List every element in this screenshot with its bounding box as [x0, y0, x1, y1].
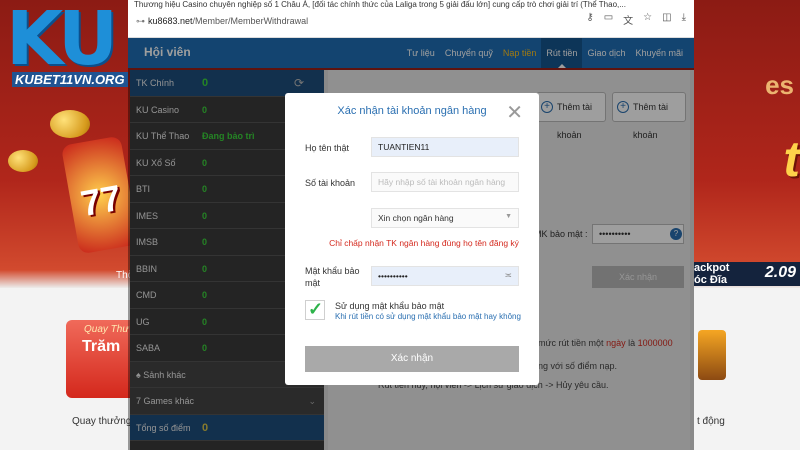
extensions-icon[interactable]: ◫ [662, 12, 671, 27]
jackpot-strip[interactable]: ackpot óc Đĩa 2.09 [692, 262, 800, 286]
download-icon[interactable]: ⤓ [682, 12, 686, 27]
browser-toolbar: ⚷ ▭ 文 ☆ ◫ ⤓ [586, 12, 686, 27]
logo-site-text: KUBET11VN.ORG [12, 72, 128, 87]
account-number-field[interactable]: Hãy nhập số tài khoản ngân hàng [371, 172, 519, 192]
url-host: ku8683.net [148, 16, 193, 26]
account-number-label: Số tài khoản [305, 178, 356, 188]
tab-title[interactable]: Thương hiệu Casino chuyên nghiệp số 1 Ch… [134, 0, 686, 10]
promo-card-text: Trăm [82, 338, 121, 355]
password-label-line1: Mật khẩu bảo [305, 266, 360, 276]
install-app-icon[interactable]: ▭ [604, 12, 613, 27]
translate-icon[interactable]: 文 [623, 12, 633, 27]
security-password-field[interactable]: •••••••••• ≍ [371, 266, 519, 286]
bank-select-value: Xin chọn ngân hàng [378, 213, 454, 223]
coin-decoration [8, 150, 38, 172]
bank-confirm-modal: Xác nhận tài khoản ngân hàng ✕ Họ tên th… [285, 93, 539, 385]
real-name-label: Họ tên thật [305, 143, 350, 153]
camera-icon [698, 330, 726, 380]
logo-text: KU [6, 0, 118, 82]
site-info-icon[interactable]: ⊶ [136, 16, 145, 27]
right-promo-banner: es t [694, 60, 800, 280]
eye-hidden-icon[interactable]: ≍ [504, 270, 512, 281]
promo-big-text: t [783, 131, 800, 187]
ku-logo[interactable]: KU KUBET11VN.ORG [0, 0, 140, 90]
key-icon[interactable]: ⚷ [586, 12, 593, 27]
coin-decoration [50, 110, 90, 138]
bottom-text-right: t động [697, 416, 725, 427]
bookmark-star-icon[interactable]: ☆ [643, 12, 652, 27]
use-security-password-checkbox[interactable]: ✓ [305, 299, 325, 320]
bank-select[interactable]: Xin chọn ngân hàng ▼ [371, 208, 519, 228]
url-path: /Member/MemberWithdrawal [192, 16, 309, 26]
security-password-label: Mật khẩu bảo mật [305, 265, 360, 289]
confirm-button[interactable]: Xác nhận [305, 346, 519, 372]
jackpot-value: 2.09 [764, 264, 796, 281]
jackpot-label: ackpot [694, 262, 730, 274]
password-value: •••••••••• [378, 271, 408, 281]
password-label-line2: mật [305, 278, 321, 288]
checkbox-label: Sử dụng mật khẩu bảo mật [335, 301, 445, 311]
checkbox-hint: Khi rút tiền có sử dụng mật khẩu bảo mật… [335, 312, 521, 321]
name-match-warning: Chỉ chấp nhận TK ngân hàng đúng họ tên đ… [329, 238, 519, 248]
close-icon[interactable]: ✕ [506, 100, 523, 125]
browser-chrome: Thương hiệu Casino chuyên nghiệp số 1 Ch… [128, 0, 694, 38]
address-bar[interactable]: ⊶ ku8683.net/Member/MemberWithdrawal [136, 13, 596, 31]
dropdown-arrow-icon: ▼ [505, 213, 512, 220]
jackpot-game: óc Đĩa [694, 274, 728, 286]
modal-title: Xác nhận tài khoản ngân hàng [337, 105, 487, 117]
promo-card-title: Quay Thư [84, 324, 129, 335]
promo-small-text: es [765, 70, 794, 100]
checkmark-icon: ✓ [308, 299, 324, 319]
real-name-field[interactable]: TUANTIEN11 [371, 137, 519, 157]
